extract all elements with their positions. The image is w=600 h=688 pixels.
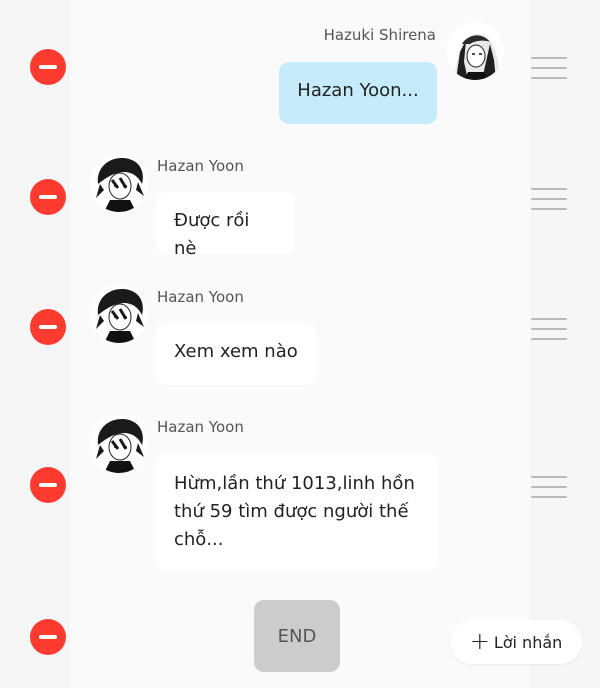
delete-message-button[interactable] [30, 179, 66, 215]
message-line: Hừm,lần thứ 1013,linh hồn [174, 473, 415, 494]
message-bubble[interactable]: Xem xem nào [156, 323, 316, 385]
message-bubble[interactable]: Được rồi nè [156, 192, 295, 259]
message-line: chỗ... [174, 529, 224, 550]
avatar-hazan-yoon [90, 415, 148, 473]
minus-icon [39, 635, 57, 639]
delete-message-button[interactable] [30, 49, 66, 85]
add-message-button[interactable]: + Lời nhắn [450, 620, 582, 664]
sender-name: Hazan Yoon [157, 288, 244, 306]
avatar-hazuki-shirena [446, 22, 504, 80]
delete-end-button[interactable] [30, 619, 66, 655]
drag-handle[interactable] [531, 318, 567, 340]
minus-icon [39, 195, 57, 199]
plus-icon: + [469, 627, 490, 655]
right-lane [530, 0, 600, 688]
sender-name: Hazuki Shirena [323, 26, 436, 44]
end-button[interactable]: END [254, 600, 340, 672]
sender-name: Hazan Yoon [157, 157, 244, 175]
minus-icon [39, 65, 57, 69]
drag-handle[interactable] [531, 476, 567, 498]
delete-message-button[interactable] [30, 467, 66, 503]
minus-icon [39, 483, 57, 487]
minus-icon [39, 325, 57, 329]
delete-message-button[interactable] [30, 309, 66, 345]
avatar-hazan-yoon [90, 154, 148, 212]
drag-handle[interactable] [531, 57, 567, 79]
message-bubble-mine[interactable]: Hazan Yoon... [279, 62, 437, 124]
add-message-label: Lời nhắn [493, 632, 563, 652]
sender-name: Hazan Yoon [157, 418, 244, 436]
left-lane [0, 0, 70, 688]
drag-handle[interactable] [531, 188, 567, 210]
message-line: thứ 59 tìm được người thế [174, 501, 409, 522]
avatar-hazan-yoon [90, 285, 148, 343]
message-bubble[interactable]: Hừm,lần thứ 1013,linh hồn thứ 59 tìm đượ… [156, 454, 438, 570]
